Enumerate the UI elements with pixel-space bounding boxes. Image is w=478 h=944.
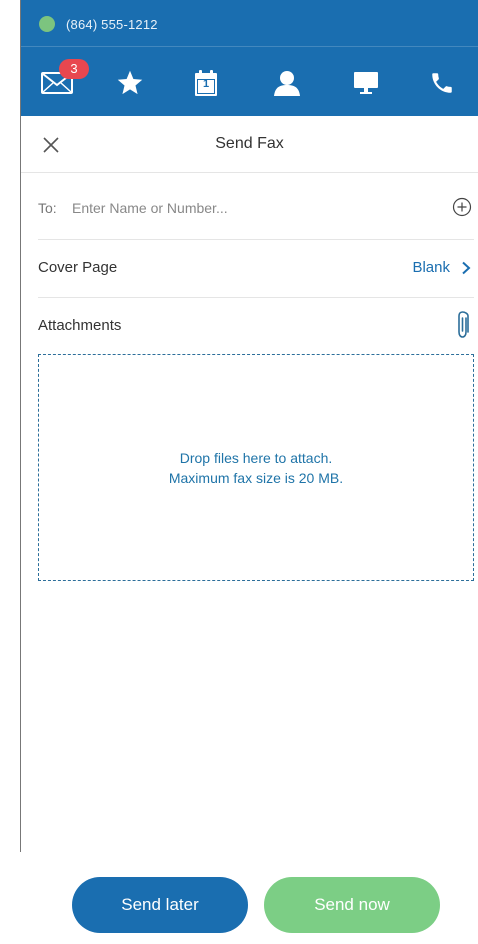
unread-badge: 3 xyxy=(59,59,89,79)
dropzone-instruction: Drop files here to attach. xyxy=(179,449,333,466)
attachments-label: Attachments xyxy=(38,317,122,334)
page-title: Send Fax xyxy=(215,135,284,152)
monitor-icon xyxy=(354,72,378,94)
send-later-button[interactable]: Send later xyxy=(72,877,248,933)
recipient-row: To: xyxy=(38,174,474,240)
nav-toolbar: 3 1 xyxy=(21,47,478,116)
add-recipient-button[interactable] xyxy=(452,197,472,217)
recipient-input[interactable] xyxy=(72,196,432,220)
add-circle-icon xyxy=(452,197,472,217)
attach-file-button[interactable] xyxy=(455,310,471,340)
star-icon xyxy=(117,70,143,95)
file-dropzone[interactable]: Drop files here to attach. Maximum fax s… xyxy=(38,354,474,581)
calendar-day: 1 xyxy=(202,78,210,90)
phone-number: (864) 555-1212 xyxy=(66,17,158,32)
cover-page-label: Cover Page xyxy=(38,259,118,276)
app-header: (864) 555-1212 3 1 xyxy=(21,0,478,116)
nav-calendar[interactable]: 1 xyxy=(188,67,224,99)
cover-page-row[interactable]: Cover Page Blank xyxy=(38,240,474,298)
nav-calls[interactable] xyxy=(424,67,460,99)
nav-desktop[interactable] xyxy=(348,67,384,99)
chevron-right-icon xyxy=(462,261,471,275)
to-label: To: xyxy=(38,200,57,216)
fax-titlebar: Send Fax xyxy=(21,116,478,173)
dropzone-size-limit: Maximum fax size is 20 MB. xyxy=(168,469,344,486)
presence-status-dot[interactable] xyxy=(39,16,55,32)
attachments-row: Attachments xyxy=(38,298,474,354)
cover-page-value[interactable]: Blank xyxy=(412,259,450,276)
paperclip-icon xyxy=(458,311,469,338)
contact-icon xyxy=(274,71,300,96)
nav-favorites[interactable] xyxy=(112,67,148,99)
phone-icon xyxy=(432,73,452,93)
nav-contacts[interactable] xyxy=(269,67,305,99)
status-bar: (864) 555-1212 xyxy=(21,0,478,46)
send-now-button[interactable]: Send now xyxy=(264,877,440,933)
